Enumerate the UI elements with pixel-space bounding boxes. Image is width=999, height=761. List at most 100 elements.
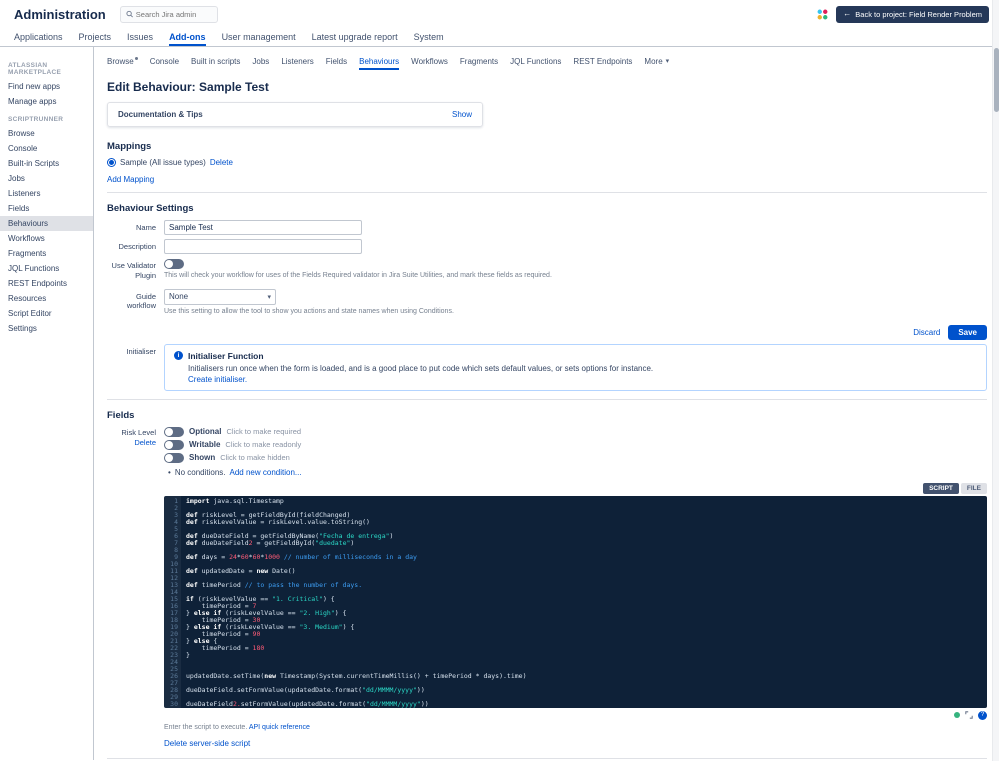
admin-search[interactable] <box>119 5 218 23</box>
tab-badge-dot <box>134 57 138 60</box>
guide-workflow-help-text: Use this setting to allow the tool to sh… <box>164 307 454 315</box>
api-quick-reference-link[interactable]: API quick reference <box>249 724 310 731</box>
tab-workflows[interactable]: Workflows <box>411 52 448 70</box>
field-delete-link[interactable]: Delete <box>107 438 156 448</box>
sidebar-item-fields[interactable]: Fields <box>0 201 93 216</box>
save-button-mid[interactable]: Save <box>948 324 987 340</box>
tab-jql-functions[interactable]: JQL Functions <box>510 52 561 70</box>
code-line: def dueDateField2 = getFieldById("duedat… <box>186 538 355 547</box>
add-mapping-link[interactable]: Add Mapping <box>107 175 987 184</box>
back-arrow-icon: ← <box>843 9 852 18</box>
scrollbar-thumb[interactable] <box>994 48 999 112</box>
sidebar-section-title: SCRIPTRUNNER <box>8 116 64 123</box>
section-divider <box>107 757 987 759</box>
toggle-writable[interactable] <box>164 439 184 450</box>
sidebar-item-behaviours[interactable]: Behaviours <box>0 216 93 231</box>
apps-icon[interactable] <box>817 9 828 20</box>
tab-built-in-scripts[interactable]: Built in scripts <box>191 52 240 70</box>
code-line: } <box>186 650 190 659</box>
search-icon <box>126 10 133 18</box>
nav-item-user-management[interactable]: User management <box>222 28 296 46</box>
description-label: Description <box>118 242 156 251</box>
sidebar-item-jobs[interactable]: Jobs <box>0 171 93 186</box>
nav-item-latest-upgrade-report[interactable]: Latest upgrade report <box>312 28 398 46</box>
toggle-label: Shown <box>189 453 216 463</box>
code-line: def riskLevelValue = riskLevel.value.toS… <box>186 517 370 526</box>
script-tab[interactable]: SCRIPT <box>923 482 959 494</box>
sidebar-item-resources[interactable]: Resources <box>0 291 93 306</box>
sidebar-item-console[interactable]: Console <box>0 141 93 156</box>
mapping-delete-link[interactable]: Delete <box>210 158 233 167</box>
script-help-row: Enter the script to execute. API quick r… <box>164 724 987 731</box>
tab-more[interactable]: More ▾ <box>644 52 669 70</box>
file-tab[interactable]: FILE <box>960 482 987 494</box>
back-to-project-button[interactable]: ← Back to project: Field Render Problem <box>836 5 989 23</box>
tab-jobs[interactable]: Jobs <box>252 52 269 70</box>
guide-workflow-label: Guide workflow <box>126 291 156 311</box>
validator-toggle[interactable] <box>164 258 184 269</box>
mapping-radio[interactable] <box>107 158 116 167</box>
nav-item-applications[interactable]: Applications <box>14 28 63 46</box>
sidebar-item-listeners[interactable]: Listeners <box>0 186 93 201</box>
editor-code[interactable]: import java.sql.Timestamp def riskLevel … <box>181 496 987 708</box>
section-divider <box>107 398 987 400</box>
field-toggle-row: Shown Click to make hidden <box>164 452 987 463</box>
name-input[interactable] <box>164 220 362 235</box>
tab-behaviours[interactable]: Behaviours <box>359 52 399 70</box>
line-number: 30 <box>170 699 178 708</box>
sidebar-item-rest-endpoints[interactable]: REST Endpoints <box>0 276 93 291</box>
tabs-list: Browse Console Built in scripts Jobs Listene… <box>107 52 632 70</box>
initialiser-box: i Initialiser Function Initialisers run … <box>164 343 987 391</box>
fullscreen-icon[interactable] <box>965 711 973 719</box>
guide-workflow-select[interactable]: None ▾ <box>164 288 276 305</box>
create-initialiser-link[interactable]: Create initialiser. <box>188 375 977 384</box>
sidebar-item-built-in-scripts[interactable]: Built-in Scripts <box>0 156 93 171</box>
search-input[interactable] <box>135 9 212 19</box>
name-row: Name <box>107 220 987 235</box>
field-config-row: Risk Level Delete Optional Click to make … <box>107 426 987 750</box>
toggle-optional[interactable] <box>164 426 184 437</box>
description-input[interactable] <box>164 239 362 254</box>
discard-link-mid[interactable]: Discard <box>913 328 940 337</box>
sidebar-item-workflows[interactable]: Workflows <box>0 231 93 246</box>
code-editor[interactable]: 1 2 3 4 5 6 7 8 9 10 11 12 13 14 15 16 17 18 19 20 21 22 23 24 2… <box>164 495 987 708</box>
docs-panel: Documentation & Tips Show <box>107 102 483 127</box>
sidebar-item-find-new-apps[interactable]: Find new apps <box>0 79 93 94</box>
toggle-knob <box>165 440 173 449</box>
app-title: Administration <box>14 6 106 22</box>
delete-server-side-script-link[interactable]: Delete server-side script <box>164 739 987 748</box>
docs-show-link[interactable]: Show <box>452 110 472 119</box>
tab-rest-endpoints[interactable]: REST Endpoints <box>573 52 632 70</box>
sidebar-item-jql-functions[interactable]: JQL Functions <box>0 261 93 276</box>
validator-row: Use Validator Plugin This will check you… <box>107 258 987 285</box>
page-scrollbar[interactable] <box>992 0 999 761</box>
main-content: Browse Console Built in scripts Jobs Listene… <box>94 47 999 760</box>
nav-item-issues[interactable]: Issues <box>127 28 153 46</box>
sidebar-item-settings[interactable]: Settings <box>0 321 93 336</box>
page-title: Edit Behaviour: Sample Test <box>107 80 269 94</box>
code-line: timePeriod = 90 <box>186 629 261 638</box>
code-line: } else if (riskLevelValue == "3. Medium"… <box>186 622 355 631</box>
sidebar-item-script-editor[interactable]: Script Editor <box>0 306 93 321</box>
tab-browse[interactable]: Browse <box>107 52 138 70</box>
code-line: def days = 24*60*60*1000 // number of mi… <box>186 552 417 561</box>
toggle-help: Click to make readonly <box>225 440 302 450</box>
code-line: } else if (riskLevelValue == "2. High") … <box>186 608 347 617</box>
add-condition-link[interactable]: Add new condition... <box>230 468 302 477</box>
nav-item-projects[interactable]: Projects <box>79 28 112 46</box>
sidebar-item-fragments[interactable]: Fragments <box>0 246 93 261</box>
nav-item-system[interactable]: System <box>414 28 444 46</box>
nav-item-add-ons[interactable]: Add-ons <box>169 28 206 46</box>
toggle-label: Writable <box>189 440 221 450</box>
code-line: if (riskLevelValue == "1. Critical") { <box>186 594 335 603</box>
tab-fragments[interactable]: Fragments <box>460 52 498 70</box>
sidebar-item-manage-apps[interactable]: Manage apps <box>0 94 93 109</box>
tab-fields[interactable]: Fields <box>326 52 347 70</box>
sidebar-item-browse[interactable]: Browse <box>0 126 93 141</box>
radio-dot <box>109 160 114 165</box>
tab-console[interactable]: Console <box>150 52 179 70</box>
tab-listeners[interactable]: Listeners <box>281 52 313 70</box>
toggle-shown[interactable] <box>164 452 184 463</box>
help-icon[interactable]: ? <box>978 710 987 720</box>
